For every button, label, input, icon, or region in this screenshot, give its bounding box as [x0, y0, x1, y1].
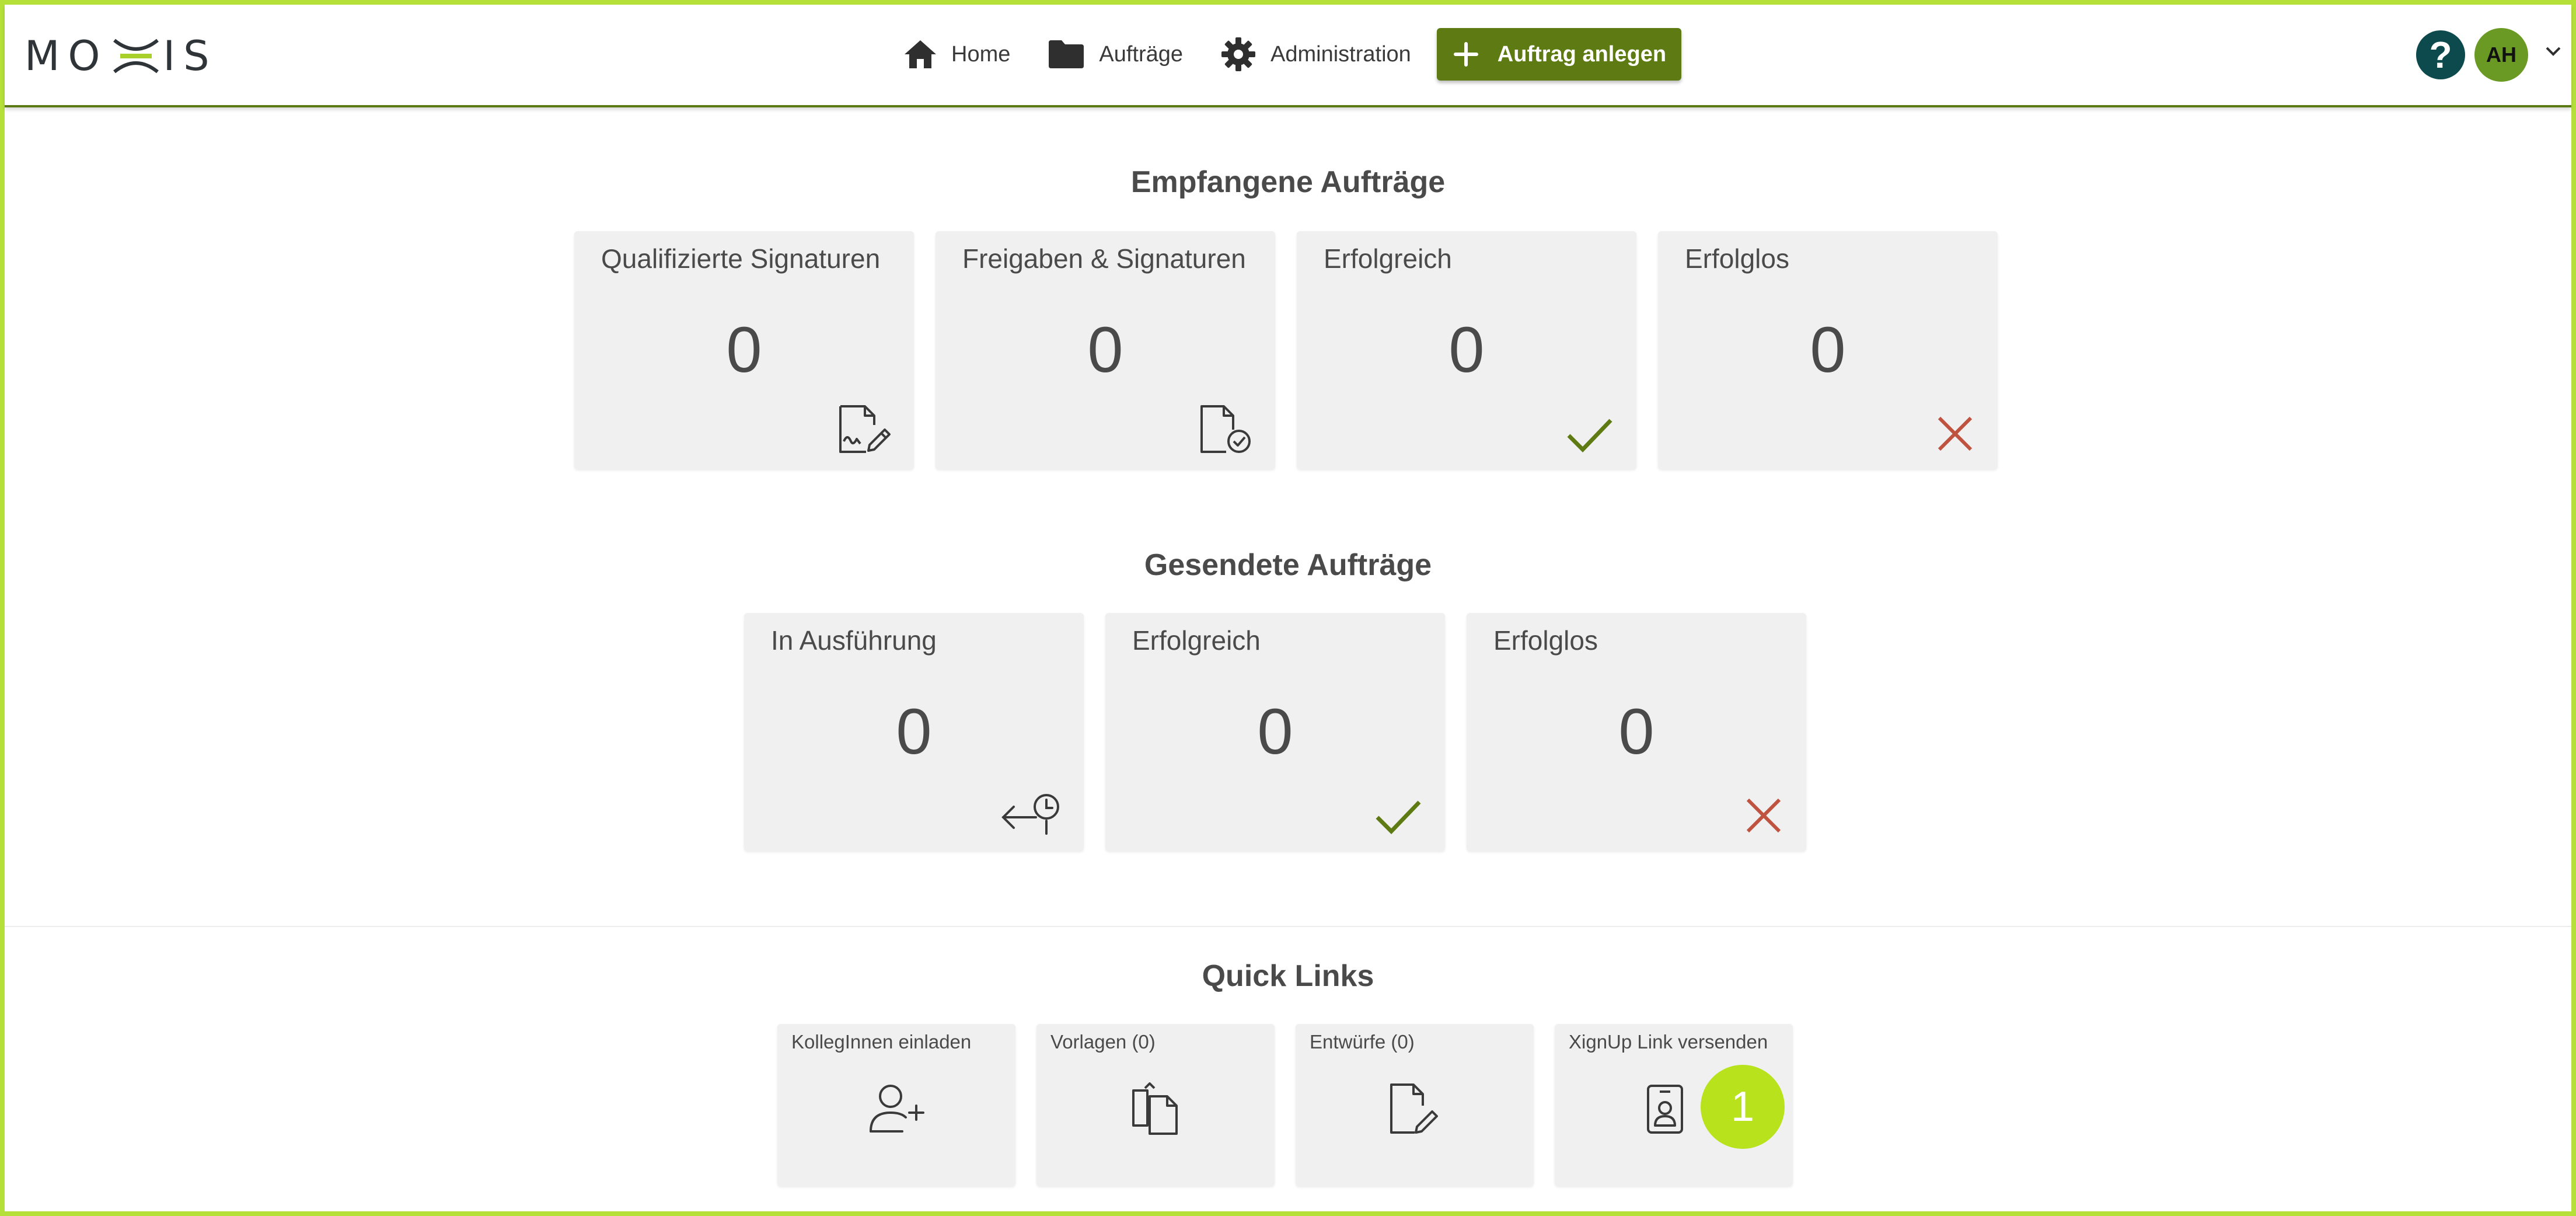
quick-link-drafts[interactable]: Entwürfe (0): [1296, 1024, 1534, 1186]
plus-icon: [1453, 42, 1478, 67]
quick-link-templates[interactable]: Vorlagen (0): [1036, 1024, 1275, 1186]
sent-card-failed[interactable]: Erfolglos 0: [1467, 613, 1806, 851]
received-card-failed[interactable]: Erfolglos 0: [1658, 231, 1998, 469]
nav-administration-label: Administration: [1270, 41, 1411, 67]
quick-links-title: Quick Links: [1202, 959, 1374, 993]
moxis-logo[interactable]: MO IS: [25, 32, 218, 81]
card-count: 0: [1810, 314, 1846, 386]
top-header: MO IS Home Aufträge Administration Auftra…: [5, 5, 2571, 107]
card-label: Erfolglos: [1493, 625, 1598, 656]
sent-card-successful[interactable]: Erfolgreich 0: [1105, 613, 1445, 851]
signature-doc-icon: [839, 405, 891, 453]
received-section-title: Empfangene Aufträge: [1130, 165, 1446, 199]
sent-card-in-progress[interactable]: In Ausführung 0: [744, 613, 1084, 851]
card-count: 0: [1087, 314, 1123, 386]
approval-doc-icon: [1200, 405, 1251, 453]
quick-link-label: KollegInnen einladen: [791, 1031, 972, 1053]
quick-link-label: Entwürfe (0): [1310, 1031, 1415, 1053]
gear-icon: [1221, 37, 1256, 71]
sent-section-title: Gesendete Aufträge: [1144, 548, 1432, 582]
cross-icon: [1938, 416, 1973, 451]
card-label: Erfolgreich: [1324, 243, 1452, 274]
card-count: 0: [726, 314, 762, 386]
nav-home-label: Home: [951, 41, 1011, 67]
new-order-label: Auftrag anlegen: [1497, 41, 1667, 67]
folder-icon: [1049, 40, 1084, 68]
nav-administration[interactable]: Administration: [1220, 22, 1411, 86]
received-card-qualified-signatures[interactable]: Qualifizierte Signaturen 0: [574, 231, 914, 469]
check-icon: [1567, 419, 1612, 453]
id-badge-icon: [1647, 1085, 1683, 1134]
templates-icon: [1132, 1082, 1178, 1135]
card-label: Freigaben & Signaturen: [962, 243, 1246, 274]
card-count: 0: [1448, 314, 1485, 386]
quick-link-label: XignUp Link versenden: [1569, 1031, 1768, 1053]
nav-auftraege-label: Aufträge: [1099, 41, 1184, 67]
quick-link-label: Vorlagen (0): [1050, 1031, 1156, 1053]
check-icon: [1376, 800, 1421, 835]
nav-auftraege[interactable]: Aufträge: [1048, 22, 1183, 86]
card-label: Qualifizierte Signaturen: [601, 243, 881, 274]
card-label: Erfolgreich: [1132, 625, 1261, 656]
nav-home[interactable]: Home: [903, 22, 1010, 86]
card-count: 0: [1257, 696, 1293, 768]
quick-link-invite-colleagues[interactable]: KollegInnen einladen: [777, 1024, 1015, 1186]
card-label: In Ausführung: [771, 625, 937, 656]
section-divider: [5, 926, 2571, 927]
new-order-button[interactable]: Auftrag anlegen: [1436, 28, 1682, 81]
chevron-down-icon[interactable]: [2544, 46, 2562, 57]
help-icon[interactable]: ?: [2416, 30, 2465, 79]
card-count: 0: [896, 696, 932, 768]
pending-icon: [1001, 794, 1059, 835]
card-label: Erfolglos: [1685, 243, 1789, 274]
received-card-approvals-signatures[interactable]: Freigaben & Signaturen 0: [936, 231, 1275, 469]
received-card-successful[interactable]: Erfolgreich 0: [1297, 231, 1636, 469]
cross-icon: [1746, 798, 1781, 833]
card-count: 0: [1618, 696, 1654, 768]
draft-icon: [1390, 1083, 1438, 1134]
user-avatar[interactable]: AH: [2474, 28, 2528, 82]
home-icon: [905, 40, 936, 68]
main-navigation: Home Aufträge Administration Auftrag anl…: [903, 22, 1682, 86]
step-badge: 1: [1701, 1065, 1785, 1149]
add-user-icon: [870, 1085, 924, 1133]
